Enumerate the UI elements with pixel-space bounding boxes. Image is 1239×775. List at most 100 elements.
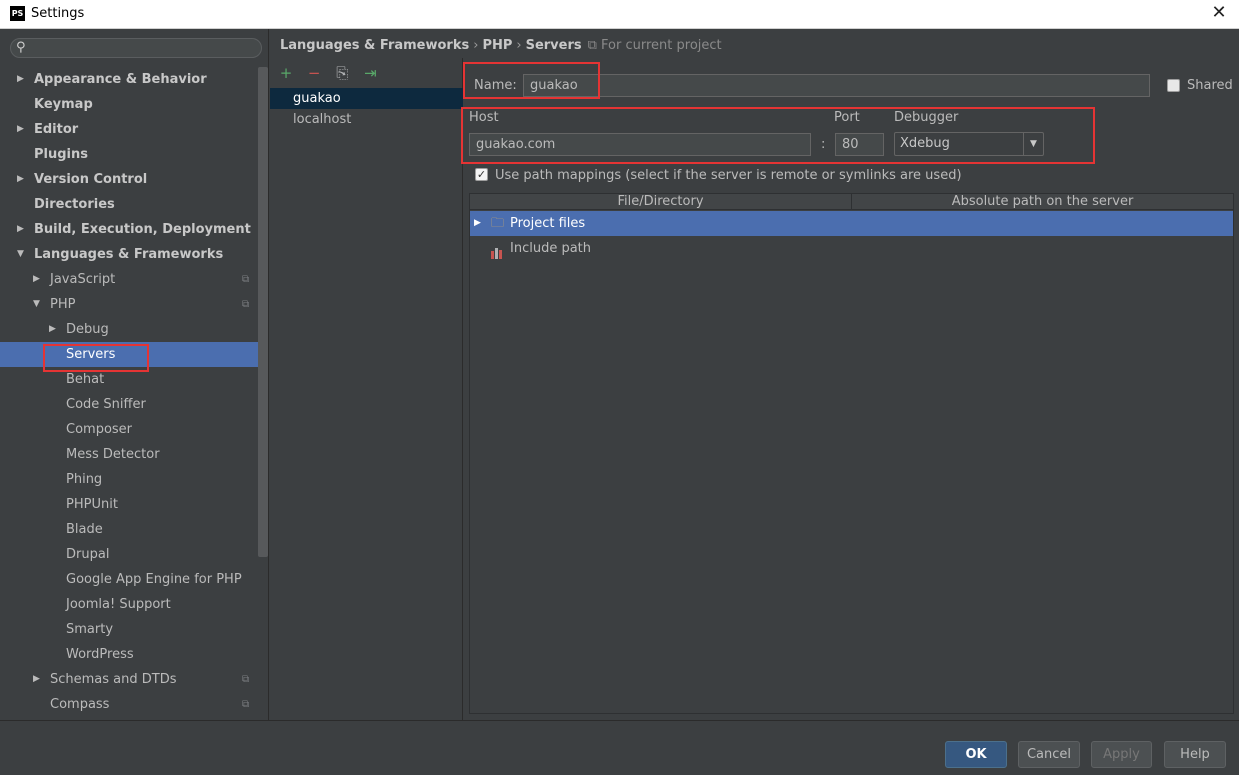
sidebar-item-build-execution-deployment[interactable]: ▶ Build, Execution, Deployment: [0, 217, 258, 242]
sidebar-item-plugins[interactable]: Plugins: [0, 142, 258, 167]
sidebar-item-label: Joomla! Support: [66, 597, 171, 612]
sidebar-item-label: Version Control: [34, 172, 148, 187]
sidebar-item-label: Build, Execution, Deployment: [34, 222, 251, 237]
chevron-down-icon[interactable]: ▼: [33, 292, 40, 317]
sidebar-item-label: Phing: [66, 472, 103, 487]
dialog-button-bar: OK Cancel Apply Help: [0, 720, 1239, 775]
sidebar-item-phpunit[interactable]: PHPUnit: [0, 492, 258, 517]
breadcrumb: Languages & Frameworks › PHP › Servers ⧉ For …: [280, 38, 722, 58]
sidebar-item-label: Directories: [34, 197, 115, 212]
library-icon: [491, 243, 504, 259]
copy-icon[interactable]: ⎘: [330, 64, 354, 82]
sidebar-item-label: Editor: [34, 122, 79, 137]
sidebar-item-blade[interactable]: Blade: [0, 517, 258, 542]
sidebar-item-label: Code Sniffer: [66, 397, 146, 412]
sidebar-item-label: JavaScript: [50, 272, 116, 287]
folder-icon: 🗀: [491, 216, 505, 231]
sidebar-item-label: Schemas and DTDs: [50, 672, 177, 687]
project-scope-label: For current project: [601, 38, 722, 53]
server-list-panel: + − ⎘ ⇥ guakao localhost: [270, 58, 463, 720]
search-icon: ⚲: [16, 40, 26, 55]
sidebar-item-wordpress[interactable]: WordPress: [0, 642, 258, 667]
column-header-file-directory[interactable]: File/Directory: [470, 194, 852, 210]
project-scope-icon: ⧉: [587, 38, 597, 53]
chevron-right-icon[interactable]: ▶: [17, 117, 24, 142]
sidebar-item-schemas-and-dtds[interactable]: ▶ Schemas and DTDs ⧉: [0, 667, 258, 692]
row-label: Project files: [510, 216, 586, 231]
chevron-right-icon[interactable]: ▶: [17, 217, 24, 242]
sidebar-item-mess-detector[interactable]: Mess Detector: [0, 442, 258, 467]
search-input[interactable]: ⚲: [10, 38, 262, 58]
table-row[interactable]: Include path: [470, 236, 1233, 261]
project-scope-icon: ⧉: [242, 299, 250, 310]
highlight-box-servers: [43, 344, 149, 372]
path-mappings-table: File/Directory Absolute path on the serv…: [469, 193, 1234, 714]
sidebar-item-label: Composer: [66, 422, 133, 437]
chevron-down-icon[interactable]: ▼: [17, 242, 24, 267]
sidebar-item-code-sniffer[interactable]: Code Sniffer: [0, 392, 258, 417]
chevron-right-icon[interactable]: ▶: [17, 167, 24, 192]
sidebar-item-debug[interactable]: ▶ Debug: [0, 317, 258, 342]
breadcrumb-separator: ›: [516, 38, 522, 53]
sidebar-item-composer[interactable]: Composer: [0, 417, 258, 442]
sidebar-item-google-app-engine-for-php[interactable]: Google App Engine for PHP: [0, 567, 258, 592]
add-icon[interactable]: +: [274, 64, 298, 82]
sidebar-item-label: Languages & Frameworks: [34, 247, 224, 262]
sidebar-item-version-control[interactable]: ▶ Version Control: [0, 167, 258, 192]
sidebar-item-keymap[interactable]: Keymap: [0, 92, 258, 117]
table-row[interactable]: ▶ 🗀 Project files: [470, 211, 1233, 236]
project-scope-icon: ⧉: [242, 274, 250, 285]
settings-tree: ▶ Appearance & Behavior Keymap ▶ Editor Plugi…: [0, 67, 258, 717]
sidebar-item-label: Google App Engine for PHP: [66, 572, 242, 587]
breadcrumb-item[interactable]: Languages & Frameworks: [280, 38, 469, 53]
column-header-absolute-path[interactable]: Absolute path on the server: [852, 194, 1233, 210]
sidebar-item-label: Plugins: [34, 147, 88, 162]
server-item-guakao[interactable]: guakao: [270, 88, 463, 109]
breadcrumb-item[interactable]: PHP: [482, 38, 512, 53]
sidebar-item-joomla-support[interactable]: Joomla! Support: [0, 592, 258, 617]
name-field[interactable]: guakao: [523, 74, 1150, 97]
sidebar-item-label: PHPUnit: [66, 497, 118, 512]
sidebar-item-label: Mess Detector: [66, 447, 160, 462]
chevron-right-icon[interactable]: ▶: [33, 267, 40, 292]
sidebar-item-drupal[interactable]: Drupal: [0, 542, 258, 567]
phpstorm-logo-icon: PS: [10, 6, 25, 21]
shared-label: Shared: [1187, 78, 1233, 93]
sidebar-item-label: WordPress: [66, 647, 134, 662]
sidebar-item-compass[interactable]: Compass ⧉: [0, 692, 258, 717]
close-icon[interactable]: ✕: [1209, 3, 1229, 23]
chevron-right-icon[interactable]: ▶: [33, 667, 40, 692]
remove-icon[interactable]: −: [302, 64, 326, 82]
help-button[interactable]: Help: [1164, 741, 1226, 768]
sidebar-item-languages-frameworks[interactable]: ▼ Languages & Frameworks: [0, 242, 258, 267]
ok-button[interactable]: OK: [945, 741, 1007, 768]
sidebar-item-directories[interactable]: Directories: [0, 192, 258, 217]
sidebar-item-label: Blade: [66, 522, 103, 537]
cancel-button[interactable]: Cancel: [1018, 741, 1080, 768]
apply-button[interactable]: Apply: [1091, 741, 1152, 768]
sidebar-item-label: Keymap: [34, 97, 93, 112]
path-mappings-checkbox[interactable]: ✓: [475, 168, 488, 181]
path-mappings-label: Use path mappings (select if the server …: [495, 168, 962, 183]
import-icon[interactable]: ⇥: [358, 64, 382, 82]
chevron-right-icon[interactable]: ▶: [17, 67, 24, 92]
server-item-localhost[interactable]: localhost: [270, 109, 463, 130]
highlight-box-name: [463, 62, 600, 99]
sidebar-item-smarty[interactable]: Smarty: [0, 617, 258, 642]
sidebar-item-javascript[interactable]: ▶ JavaScript ⧉: [0, 267, 258, 292]
sidebar-item-phing[interactable]: Phing: [0, 467, 258, 492]
sidebar-item-editor[interactable]: ▶ Editor: [0, 117, 258, 142]
tree-scrollbar[interactable]: [258, 67, 268, 557]
chevron-right-icon[interactable]: ▶: [474, 211, 481, 236]
shared-checkbox[interactable]: [1167, 79, 1180, 92]
sidebar-item-label: Compass: [50, 697, 110, 712]
server-toolbar: + − ⎘ ⇥: [274, 64, 382, 84]
breadcrumb-item: Servers: [525, 38, 582, 53]
chevron-right-icon[interactable]: ▶: [49, 317, 56, 342]
project-scope-icon: ⧉: [242, 699, 250, 710]
highlight-box-host: [461, 107, 1095, 164]
row-label: Include path: [510, 241, 592, 256]
sidebar-item-php[interactable]: ▼ PHP ⧉: [0, 292, 258, 317]
sidebar-item-label: Drupal: [66, 547, 110, 562]
sidebar-item-appearance-behavior[interactable]: ▶ Appearance & Behavior: [0, 67, 258, 92]
